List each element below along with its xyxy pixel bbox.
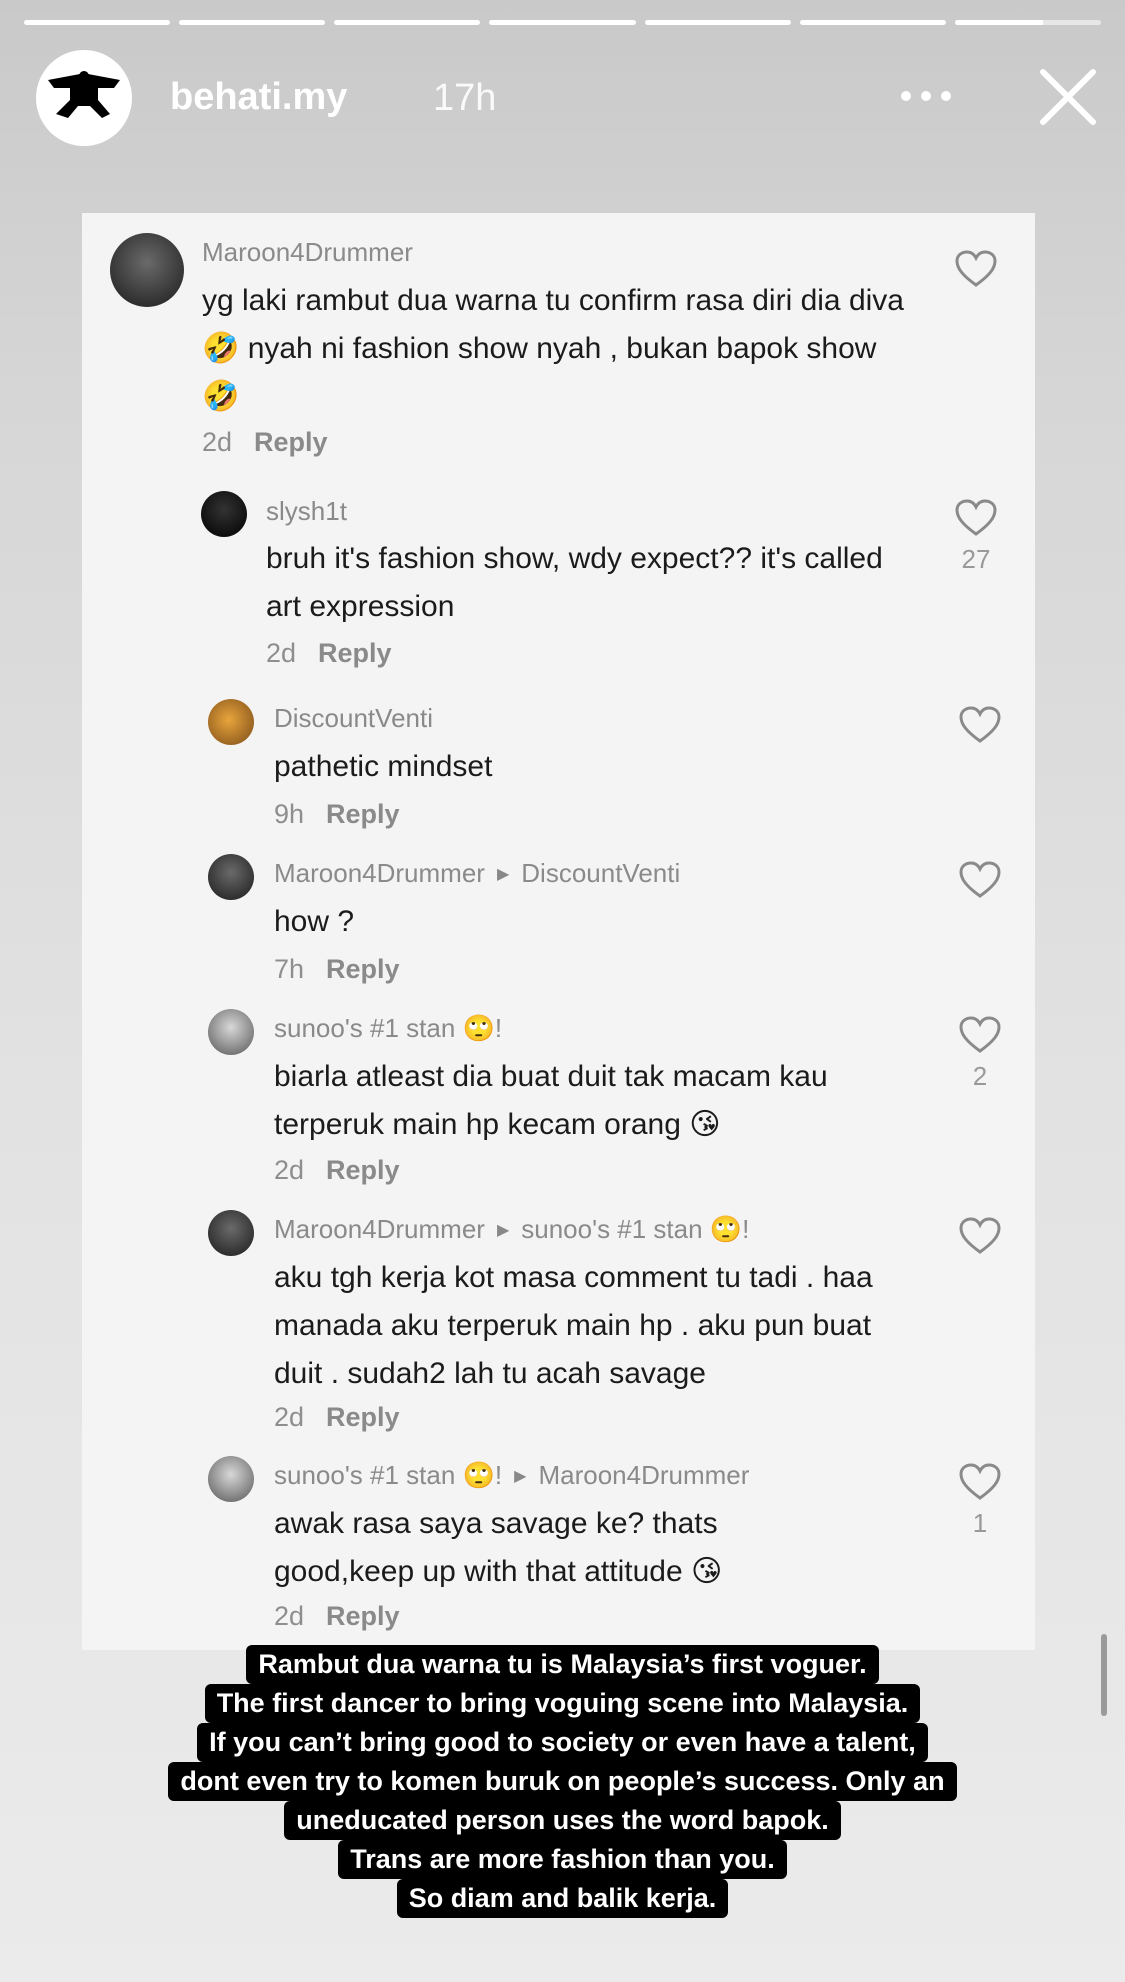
comment-meta: 2d Reply [202, 427, 328, 458]
comment-text: how ? [274, 905, 355, 938]
comment-time: 7h [274, 954, 305, 984]
progress-segment [334, 20, 481, 25]
reply-arrow-icon: ▶ [496, 865, 510, 883]
comment-username[interactable]: DiscountVenti [274, 703, 433, 734]
like-heart-icon[interactable] [954, 498, 998, 538]
like-heart-icon[interactable] [958, 705, 1002, 745]
comment-meta: 2d Reply [274, 1601, 400, 1632]
close-icon[interactable] [1037, 66, 1099, 128]
avatar[interactable] [208, 1210, 254, 1256]
like-heart-icon[interactable] [958, 1462, 1002, 1502]
comment-time: 2d [274, 1155, 305, 1185]
comment-meta: 2d Reply [266, 638, 392, 669]
comment-text: bruh it's fashion show, wdy expect?? it'… [266, 542, 883, 623]
reply-target[interactable]: sunoo's #1 stan 🙄! [521, 1214, 749, 1245]
like-heart-icon[interactable] [958, 1015, 1002, 1055]
like-count: 1 [972, 1508, 988, 1538]
comment-username: Maroon4Drummer ▶ sunoo's #1 stan 🙄! [274, 1214, 749, 1245]
comment-text: aku tgh kerja kot masa comment tu tadi .… [274, 1261, 873, 1390]
profile-avatar[interactable] [36, 50, 132, 146]
comment-meta: 7h Reply [274, 954, 400, 985]
comment-username: sunoo's #1 stan 🙄! ▶ Maroon4Drummer [274, 1460, 749, 1491]
comments-screenshot: Maroon4Drummer yg laki rambut dua warna … [82, 213, 1107, 1716]
avatar[interactable] [201, 491, 247, 537]
story-progress-bar [24, 20, 1101, 25]
story-header: behati.my 17h [36, 48, 1101, 148]
reply-author[interactable]: sunoo's #1 stan 🙄! [274, 1460, 502, 1491]
caption-line: Trans are more fashion than you. [338, 1840, 787, 1879]
comment-username[interactable]: slysh1t [266, 496, 347, 527]
comment-username: Maroon4Drummer ▶ DiscountVenti [274, 858, 680, 889]
like-heart-icon[interactable] [958, 1216, 1002, 1256]
comment-meta: 2d Reply [274, 1402, 400, 1433]
reply-arrow-icon: ▶ [496, 1221, 510, 1239]
progress-segment [489, 20, 636, 25]
caption-line: dont even try to komen buruk on people’s… [168, 1762, 957, 1801]
avatar[interactable] [110, 233, 184, 307]
comment-time: 2d [274, 1402, 305, 1432]
comments-scrollbar[interactable] [1101, 1634, 1107, 1716]
story-username[interactable]: behati.my [170, 76, 347, 119]
like-count: 27 [961, 544, 991, 574]
avatar[interactable] [208, 854, 254, 900]
comment-text: yg laki rambut dua warna tu confirm rasa… [202, 284, 904, 413]
progress-segment [954, 20, 1101, 25]
progress-segment [799, 20, 946, 25]
reply-button[interactable]: Reply [326, 1155, 400, 1185]
reply-button[interactable]: Reply [254, 427, 328, 457]
caption-line: Rambut dua warna tu is Malaysia’s first … [246, 1645, 879, 1684]
reply-arrow-icon: ▶ [514, 1467, 527, 1485]
comment-text: biarla atleast dia buat duit tak macam k… [274, 1060, 828, 1141]
comment-time: 9h [274, 799, 305, 829]
reply-button[interactable]: Reply [318, 638, 392, 668]
like-count: 2 [972, 1061, 988, 1091]
reply-target[interactable]: DiscountVenti [521, 858, 680, 889]
caption-line: So diam and balik kerja. [396, 1879, 729, 1918]
reply-button[interactable]: Reply [326, 954, 400, 984]
comment-meta: 2d Reply [274, 1155, 400, 1186]
comment-text: awak rasa saya savage ke? thats good,kee… [274, 1507, 723, 1588]
comment-time: 2d [202, 427, 233, 457]
comment-time: 2d [266, 638, 297, 668]
avatar[interactable] [208, 699, 254, 745]
avatar[interactable] [208, 1009, 254, 1055]
caption-line: The first dancer to bring voguing scene … [204, 1684, 921, 1723]
comment-username[interactable]: sunoo's #1 stan 🙄! [274, 1013, 502, 1044]
reply-author[interactable]: Maroon4Drummer [274, 858, 485, 889]
progress-segment [24, 20, 171, 25]
comment-time: 2d [274, 1601, 305, 1631]
story-caption: Rambut dua warna tu is Malaysia’s first … [72, 1645, 1053, 1918]
behati-logo-icon [48, 71, 120, 118]
reply-button[interactable]: Reply [326, 1402, 400, 1432]
progress-segment [179, 20, 326, 25]
like-heart-icon[interactable] [954, 249, 998, 289]
progress-segment [644, 20, 791, 25]
comment-meta: 9h Reply [274, 799, 400, 830]
comment-text: pathetic mindset [274, 750, 493, 783]
caption-line: If you can’t bring good to society or ev… [197, 1723, 928, 1762]
reply-button[interactable]: Reply [326, 799, 400, 829]
comment-username[interactable]: Maroon4Drummer [202, 237, 413, 268]
reply-author[interactable]: Maroon4Drummer [274, 1214, 485, 1245]
more-options-icon[interactable] [901, 76, 951, 116]
like-heart-icon[interactable] [958, 860, 1002, 900]
caption-line: uneducated person uses the word bapok. [284, 1801, 841, 1840]
story-age: 17h [433, 77, 497, 119]
reply-target[interactable]: Maroon4Drummer [538, 1460, 749, 1491]
reply-button[interactable]: Reply [326, 1601, 400, 1631]
avatar[interactable] [208, 1456, 254, 1502]
